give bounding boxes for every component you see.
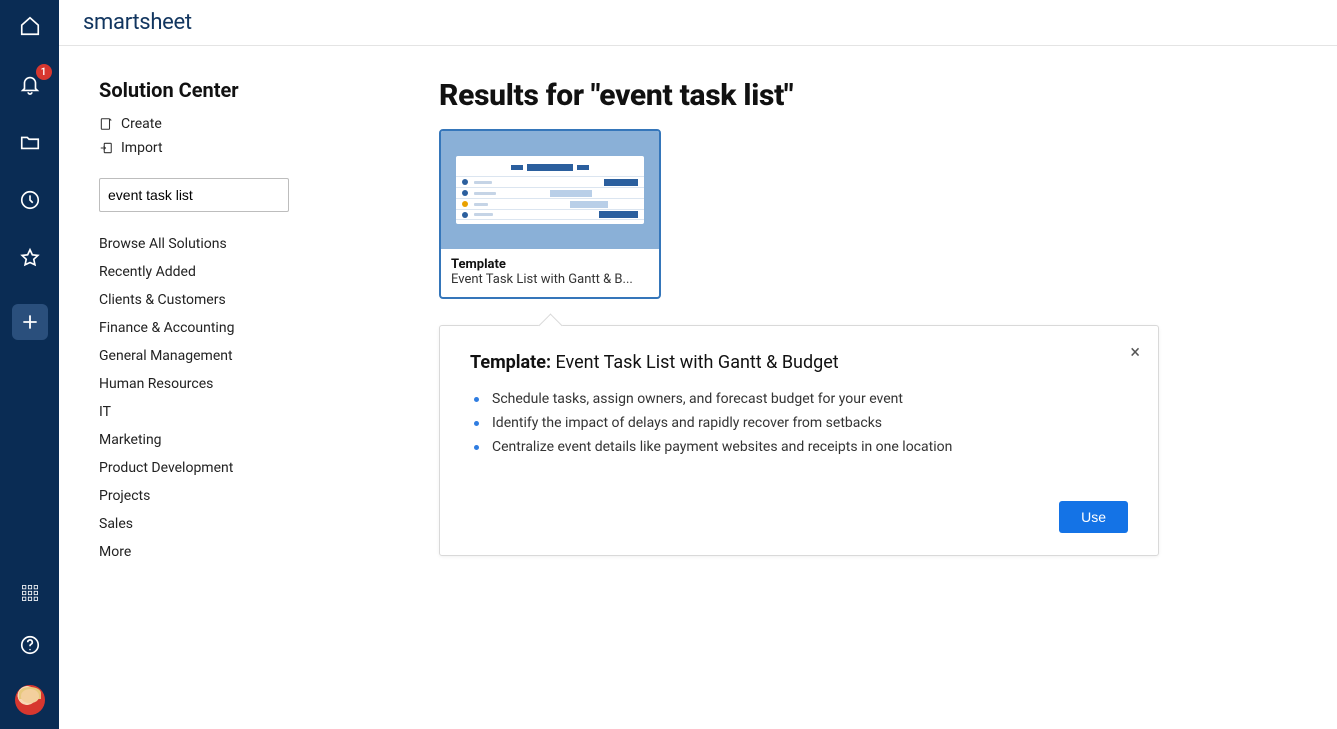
template-card-title: Event Task List with Gantt & B... xyxy=(451,272,649,287)
sheet-icon xyxy=(99,117,113,131)
detail-bullet-list: Schedule tasks, assign owners, and forec… xyxy=(470,387,1128,459)
template-thumbnail xyxy=(441,131,659,249)
category-item[interactable]: Browse All Solutions xyxy=(99,236,439,252)
category-item[interactable]: Sales xyxy=(99,516,439,532)
template-card[interactable]: Template Event Task List with Gantt & B.… xyxy=(439,129,661,299)
category-item[interactable]: Clients & Customers xyxy=(99,292,439,308)
detail-bullet: Schedule tasks, assign owners, and forec… xyxy=(474,387,1128,411)
left-rail: 1 xyxy=(0,0,59,729)
solution-sidebar: Solution Center Create Import Browse All… xyxy=(99,78,439,729)
apps-icon[interactable] xyxy=(18,581,42,605)
create-button[interactable] xyxy=(12,304,48,340)
recents-icon[interactable] xyxy=(18,188,42,212)
content: Solution Center Create Import Browse All… xyxy=(59,46,1337,729)
results-panel: Results for "event task list" Template E… xyxy=(439,78,1337,729)
sidebar-action-create[interactable]: Create xyxy=(99,116,439,132)
category-item[interactable]: Human Resources xyxy=(99,376,439,392)
search-box xyxy=(99,178,289,212)
detail-heading: Template: Event Task List with Gantt & B… xyxy=(470,352,1128,373)
category-item[interactable]: Recently Added xyxy=(99,264,439,280)
category-item[interactable]: More xyxy=(99,544,439,560)
template-card-body: Template Event Task List with Gantt & B.… xyxy=(441,249,659,297)
detail-bullet: Centralize event details like payment we… xyxy=(474,435,1128,459)
topbar: smartsheet xyxy=(59,0,1337,46)
home-icon[interactable] xyxy=(18,14,42,38)
category-list: Browse All Solutions Recently Added Clie… xyxy=(99,236,439,560)
browse-icon[interactable] xyxy=(18,130,42,154)
detail-type-label: Template: xyxy=(470,352,551,373)
detail-bullet: Identify the impact of delays and rapidl… xyxy=(474,411,1128,435)
detail-title: Event Task List with Gantt & Budget xyxy=(556,352,839,373)
sidebar-action-label: Import xyxy=(121,140,163,156)
category-item[interactable]: Projects xyxy=(99,488,439,504)
template-type-label: Template xyxy=(451,257,649,272)
favorites-icon[interactable] xyxy=(18,246,42,270)
close-icon[interactable]: × xyxy=(1130,344,1140,362)
notification-badge: 1 xyxy=(36,64,52,80)
gantt-preview-icon xyxy=(456,156,644,224)
category-item[interactable]: General Management xyxy=(99,348,439,364)
search-input[interactable] xyxy=(108,187,289,203)
sidebar-title: Solution Center xyxy=(99,78,439,102)
main-area: smartsheet Solution Center Create Import xyxy=(59,0,1337,729)
category-item[interactable]: Product Development xyxy=(99,460,439,476)
notifications-icon[interactable]: 1 xyxy=(18,72,42,96)
import-icon xyxy=(99,141,113,155)
avatar[interactable] xyxy=(15,685,45,715)
sidebar-action-import[interactable]: Import xyxy=(99,140,439,156)
sidebar-action-label: Create xyxy=(121,116,162,132)
results-heading: Results for "event task list" xyxy=(439,78,1297,113)
category-item[interactable]: Finance & Accounting xyxy=(99,320,439,336)
detail-actions: Use xyxy=(470,501,1128,533)
rail-bottom-group xyxy=(15,581,45,715)
use-button[interactable]: Use xyxy=(1059,501,1128,533)
category-item[interactable]: IT xyxy=(99,404,439,420)
template-detail-panel: × Template: Event Task List with Gantt &… xyxy=(439,325,1159,556)
rail-top-group: 1 xyxy=(12,14,48,340)
sidebar-actions: Create Import xyxy=(99,116,439,156)
category-item[interactable]: Marketing xyxy=(99,432,439,448)
help-icon[interactable] xyxy=(18,633,42,657)
logo: smartsheet xyxy=(83,10,192,35)
